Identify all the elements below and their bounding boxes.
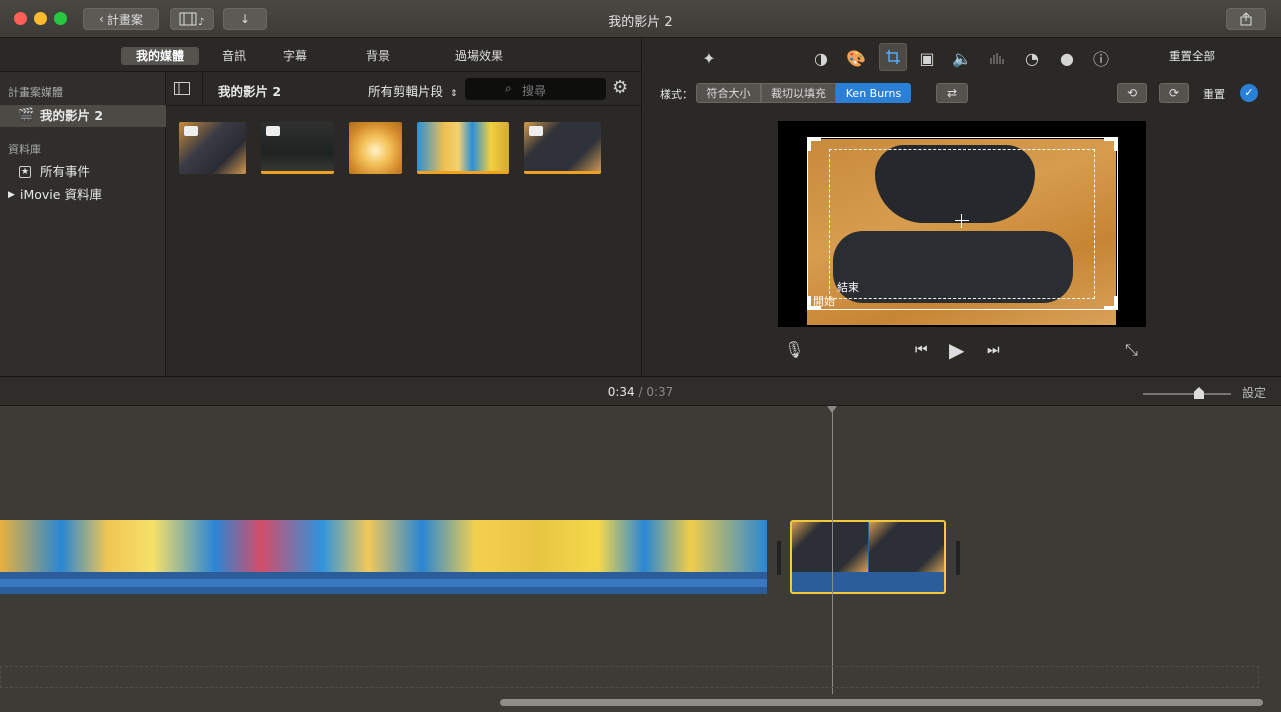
media-thumbnail[interactable] [524, 122, 601, 174]
time-separator: / [638, 385, 643, 399]
info-icon[interactable]: ⓘ [1089, 46, 1113, 70]
reset-button[interactable]: 重置 [1203, 86, 1225, 102]
tab-audio[interactable]: 音訊 [210, 47, 258, 65]
style-label: 樣式： [660, 88, 693, 101]
video-clip-strip[interactable] [0, 520, 767, 572]
sidebar-item-all-events[interactable]: ★ 所有事件 [0, 161, 166, 183]
reset-all-button[interactable]: 重置全部 [1169, 48, 1215, 64]
disclosure-triangle-icon[interactable]: ▶ [8, 184, 15, 206]
magic-wand-icon[interactable]: ✦ [697, 46, 721, 70]
sidebar-item-project[interactable]: 🎬 我的影片 2 [0, 105, 166, 127]
crop-handle[interactable] [807, 137, 821, 151]
style-crop-fill-button[interactable]: 裁切以填充 [761, 83, 836, 103]
media-thumbnail[interactable] [179, 122, 246, 174]
timecode: 0:34 / 0:37 [0, 385, 1281, 399]
speed-icon[interactable]: ◔ [1020, 46, 1044, 70]
tab-transitions[interactable]: 過場效果 [443, 47, 515, 65]
media-browser: 我的媒體 音訊 字幕 背景 過場效果 計畫案媒體 🎬 我的影片 2 資料庫 ★ … [0, 38, 642, 376]
current-time: 0:34 [607, 385, 635, 399]
rotate-left-button[interactable]: ⟲ [1117, 83, 1147, 103]
sidebar-toggle-button[interactable] [174, 82, 190, 98]
rotate-right-button[interactable]: ⟳ [1159, 83, 1189, 103]
skip-back-icon[interactable]: ⏮ [915, 342, 928, 358]
zoom-slider[interactable] [1143, 393, 1231, 395]
media-thumbnail[interactable] [349, 122, 402, 174]
rotate-left-icon: ⟲ [1126, 86, 1138, 100]
clip-filter-value: 所有剪輯片段 [368, 84, 444, 99]
clapper-icon: 🎬 [18, 108, 35, 123]
updown-chevron-icon: ⇕ [450, 89, 458, 99]
project-media-header: 計畫案媒體 [8, 86, 63, 99]
crop-glyph [886, 50, 900, 64]
start-label: 開始 [813, 295, 835, 308]
clip-filter-icon[interactable]: ● [1055, 46, 1079, 70]
swap-start-end-button[interactable]: ⇄ [936, 83, 968, 103]
playhead-marker[interactable] [827, 406, 837, 413]
microphone-icon[interactable]: 🎙 [784, 340, 804, 359]
clip-filter-select[interactable]: 所有剪輯片段 ⇕ [368, 81, 458, 100]
tab-titles[interactable]: 字幕 [271, 47, 319, 65]
share-button[interactable] [1226, 8, 1266, 30]
noise-equalizer-icon[interactable] [985, 46, 1009, 70]
crosshair-icon [955, 214, 969, 228]
play-icon[interactable]: ▶ [949, 338, 964, 362]
timeline-header: 0:34 / 0:37 設定 [0, 376, 1281, 406]
style-ken-burns-button[interactable]: Ken Burns [836, 83, 911, 103]
media-thumbnail[interactable] [417, 122, 509, 174]
color-palette-icon[interactable]: 🎨 [844, 46, 868, 70]
crop-handle[interactable] [1104, 137, 1118, 151]
crop-handle[interactable] [1104, 296, 1118, 310]
search-field[interactable]: ⌕ 搜尋 [465, 78, 606, 100]
camera-icon [184, 126, 198, 136]
total-time: 0:37 [646, 385, 674, 399]
horizontal-scrollbar[interactable] [500, 699, 1263, 706]
window-title: 我的影片 2 [608, 15, 673, 30]
viewer: ✦ ◑ 🎨 ▣ 🔈 ◔ ● ⓘ 重置全部 樣式： 符合大小 裁切以填充 Ken … [643, 38, 1281, 376]
stabilization-camera-icon[interactable]: ▣ [915, 46, 939, 70]
audio-waveform[interactable] [0, 572, 767, 594]
end-label: 結束 [837, 281, 859, 294]
share-icon [1240, 12, 1252, 26]
camera-icon [529, 126, 543, 136]
color-balance-icon[interactable]: ◑ [809, 46, 833, 70]
libraries-sidebar: 計畫案媒體 🎬 我的影片 2 資料庫 ★ 所有事件 ▶ iMovie 資料庫 [0, 72, 166, 376]
style-fit-button[interactable]: 符合大小 [696, 83, 761, 103]
gear-icon[interactable]: ⚙ [612, 79, 628, 97]
transition-marker[interactable] [777, 541, 781, 575]
sidebar-toggle-icon [174, 82, 190, 95]
timeline-settings-button[interactable]: 設定 [1242, 384, 1266, 401]
timeline [0, 406, 1281, 712]
volume-icon[interactable]: 🔈 [950, 46, 974, 70]
media-toolbar: 我的影片 2 所有剪輯片段 ⇕ ⌕ 搜尋 ⚙ [166, 72, 642, 106]
skip-forward-icon[interactable]: ⏭ [987, 342, 1000, 358]
clip-frame [869, 522, 944, 572]
star-icon: ★ [19, 166, 31, 178]
media-thumbnail[interactable] [261, 122, 334, 174]
library-header: 資料庫 [8, 143, 41, 156]
transition-marker[interactable] [956, 541, 960, 575]
rotate-right-icon: ⟳ [1168, 86, 1180, 100]
swap-icon: ⇄ [946, 86, 958, 100]
browser-title: 我的影片 2 [218, 84, 282, 99]
clip-frame [792, 522, 868, 572]
camera-icon [266, 126, 280, 136]
fullscreen-icon[interactable]: ⤡ [1125, 340, 1138, 360]
playhead[interactable] [832, 406, 833, 694]
selected-photo-clip[interactable] [790, 520, 946, 594]
title-bar: ‹ 計畫案 ♪ ↓ 我的影片 2 [0, 0, 1281, 38]
tab-backgrounds[interactable]: 背景 [354, 47, 402, 65]
search-icon: ⌕ [505, 81, 512, 95]
sidebar-item-imovie-library[interactable]: ▶ iMovie 資料庫 [0, 184, 166, 206]
background-music-well[interactable] [0, 666, 1259, 688]
apply-checkmark-icon[interactable]: ✓ [1240, 84, 1258, 102]
sidebar-item-label: iMovie 資料庫 [20, 187, 102, 202]
equalizer-glyph [990, 53, 1004, 64]
crop-icon[interactable] [879, 43, 907, 71]
sidebar-item-label: 所有事件 [40, 164, 91, 179]
sidebar-item-label: 我的影片 2 [40, 108, 104, 123]
browser-tabs: 我的媒體 音訊 字幕 背景 過場效果 [0, 38, 642, 72]
preview-canvas: 結束 開始 [778, 121, 1146, 327]
tab-my-media[interactable]: 我的媒體 [121, 47, 199, 65]
search-placeholder: 搜尋 [522, 84, 547, 98]
